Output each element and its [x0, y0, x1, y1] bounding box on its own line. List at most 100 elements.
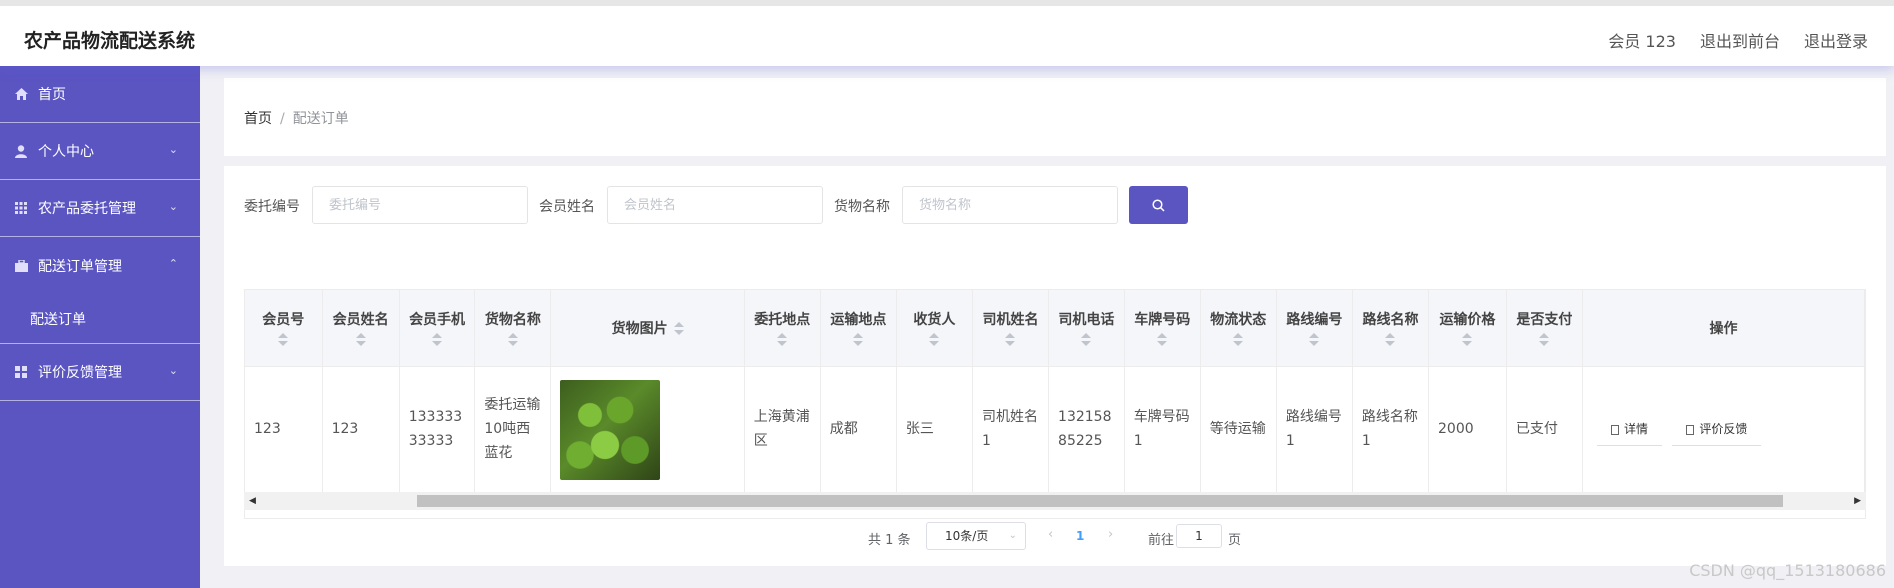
chevron-down-icon: ⌄ [168, 200, 178, 213]
sort-icon[interactable] [1005, 332, 1016, 347]
page-jump-input[interactable] [1176, 524, 1222, 548]
search-button[interactable] [1129, 186, 1188, 224]
sidebar-item-delivery[interactable]: 配送订单管理 ⌃ [0, 237, 200, 294]
sidebar-item-home[interactable]: 首页 [0, 66, 200, 123]
col-header[interactable]: 路线编号 [1276, 290, 1353, 367]
table-cell: 车牌号码1 [1124, 366, 1201, 495]
prev-page-icon[interactable]: ‹ [1048, 527, 1053, 542]
sort-icon[interactable] [507, 332, 518, 347]
pagination: 共 1 条 10条/页⌄ ‹ 1 › 前往 页 [224, 522, 1886, 552]
table-cell: 委托运输10吨西蓝花 [474, 366, 552, 495]
table-cell: 123 [245, 366, 323, 495]
sort-icon[interactable] [853, 332, 864, 347]
goods-image[interactable] [560, 380, 661, 480]
sort-icon[interactable] [1233, 332, 1244, 347]
col-header[interactable]: 货物图片 [550, 290, 745, 367]
horizontal-scrollbar[interactable]: ◀ ▶ [244, 492, 1866, 510]
briefcase-icon [14, 259, 28, 273]
col-header[interactable]: 会员姓名 [322, 290, 400, 367]
sort-icon[interactable] [777, 332, 788, 347]
apps-icon [14, 365, 28, 379]
sort-icon[interactable] [1081, 332, 1092, 347]
sort-icon[interactable] [929, 332, 940, 347]
page-size-select[interactable]: 10条/页 ⌄ [926, 522, 1026, 550]
table-cell-actions: 详情 评价反馈 [1582, 366, 1865, 495]
breadcrumb: 首页 / 配送订单 [244, 108, 349, 128]
sort-icon[interactable] [1539, 332, 1550, 347]
col-header[interactable]: 是否支付 [1506, 290, 1583, 367]
sort-icon[interactable] [432, 332, 443, 347]
search-label-entrust-no: 委托编号 [244, 199, 300, 215]
table-header-row: 会员号 会员姓名 会员手机 货物名称 货物图片 委托地点 运输地点 收货人 司机… [245, 290, 1865, 367]
col-header[interactable]: 会员手机 [399, 290, 476, 367]
sidebar-item-feedback[interactable]: 评价反馈管理 ⌄ [0, 344, 200, 401]
col-header: 操作 [1582, 290, 1865, 367]
chevron-up-icon: ⌃ [168, 257, 178, 270]
table-cell: 司机姓名1 [972, 366, 1050, 495]
sidebar-item-label: 评价反馈管理 [38, 365, 122, 381]
top-header: 农产品物流配送系统 会员 123 退出到前台 退出登录 [0, 0, 1894, 66]
main-content: 委托编号 会员姓名 货物名称 会员号 会员姓名 会员手机 货物名称 货物图片 [224, 166, 1886, 566]
col-header[interactable]: 司机姓名 [972, 290, 1050, 367]
col-header[interactable]: 运输价格 [1428, 290, 1507, 367]
next-page-icon[interactable]: › [1108, 527, 1113, 542]
col-header[interactable]: 会员号 [245, 290, 323, 367]
sidebar: 首页 个人中心 ⌄ 农产品委托管理 ⌄ 配送订单管理 ⌃ 配送订单 评价反馈管理… [0, 66, 200, 588]
sidebar-item-personal[interactable]: 个人中心 ⌄ [0, 123, 200, 180]
chevron-down-icon: ⌄ [168, 364, 178, 377]
sidebar-item-label: 个人中心 [38, 144, 94, 160]
watermark: CSDN @qq_1513180686 [1689, 561, 1886, 580]
search-label-member-name: 会员姓名 [539, 199, 595, 215]
goto-label: 前往 [1148, 533, 1175, 548]
user-label[interactable]: 会员 123 [1608, 28, 1676, 52]
entrust-no-input[interactable] [312, 186, 528, 224]
table-cell: 张三 [896, 366, 973, 495]
user-icon [14, 144, 28, 158]
sort-icon[interactable] [1157, 332, 1168, 347]
col-header[interactable]: 收货人 [896, 290, 973, 367]
table-cell: 路线编号1 [1276, 366, 1353, 495]
logout-link[interactable]: 退出登录 [1804, 28, 1868, 52]
header-actions: 会员 123 退出到前台 退出登录 [1608, 28, 1868, 52]
exit-to-front-link[interactable]: 退出到前台 [1700, 28, 1780, 52]
table-cell: 13333333333 [399, 366, 476, 495]
page-number[interactable]: 1 [1076, 529, 1084, 543]
data-table: 会员号 会员姓名 会员手机 货物名称 货物图片 委托地点 运输地点 收货人 司机… [244, 289, 1866, 519]
detail-button[interactable]: 详情 [1596, 414, 1662, 446]
col-header[interactable]: 车牌号码 [1124, 290, 1201, 367]
sidebar-item-entrust[interactable]: 农产品委托管理 ⌄ [0, 180, 200, 237]
sort-icon[interactable] [355, 332, 366, 347]
table-cell: 2000 [1428, 366, 1507, 495]
sort-icon[interactable] [673, 321, 684, 336]
goods-name-input[interactable] [902, 186, 1118, 224]
chevron-down-icon: ⌄ [168, 143, 178, 156]
col-header[interactable]: 物流状态 [1200, 290, 1277, 367]
scrollbar-thumb[interactable] [417, 495, 1783, 507]
sort-icon[interactable] [1462, 332, 1473, 347]
chevron-down-icon: ⌄ [1008, 530, 1017, 541]
feedback-button[interactable]: 评价反馈 [1672, 414, 1762, 446]
sidebar-subitem-delivery-order[interactable]: 配送订单 [0, 294, 200, 344]
home-icon [14, 87, 28, 101]
table-cell: 上海黄浦区 [744, 366, 821, 495]
table-cell: 成都 [820, 366, 897, 495]
page-unit-label: 页 [1228, 533, 1242, 548]
table-cell [550, 366, 745, 495]
member-name-input[interactable] [607, 186, 823, 224]
sort-icon[interactable] [278, 332, 289, 347]
search-label-goods-name: 货物名称 [834, 199, 890, 215]
breadcrumb-current: 配送订单 [292, 111, 349, 127]
col-header[interactable]: 路线名称 [1352, 290, 1430, 367]
sort-icon[interactable] [1385, 332, 1396, 347]
col-header[interactable]: 司机电话 [1048, 290, 1125, 367]
document-icon [1610, 424, 1619, 435]
document-icon [1686, 424, 1695, 435]
breadcrumb-home[interactable]: 首页 [244, 111, 272, 127]
scroll-right-icon[interactable]: ▶ [1854, 496, 1861, 506]
scroll-left-icon[interactable]: ◀ [249, 496, 256, 506]
col-header[interactable]: 货物名称 [474, 290, 552, 367]
pagination-total: 共 1 条 [868, 533, 911, 548]
sort-icon[interactable] [1309, 332, 1320, 347]
col-header[interactable]: 委托地点 [744, 290, 821, 367]
col-header[interactable]: 运输地点 [820, 290, 897, 367]
